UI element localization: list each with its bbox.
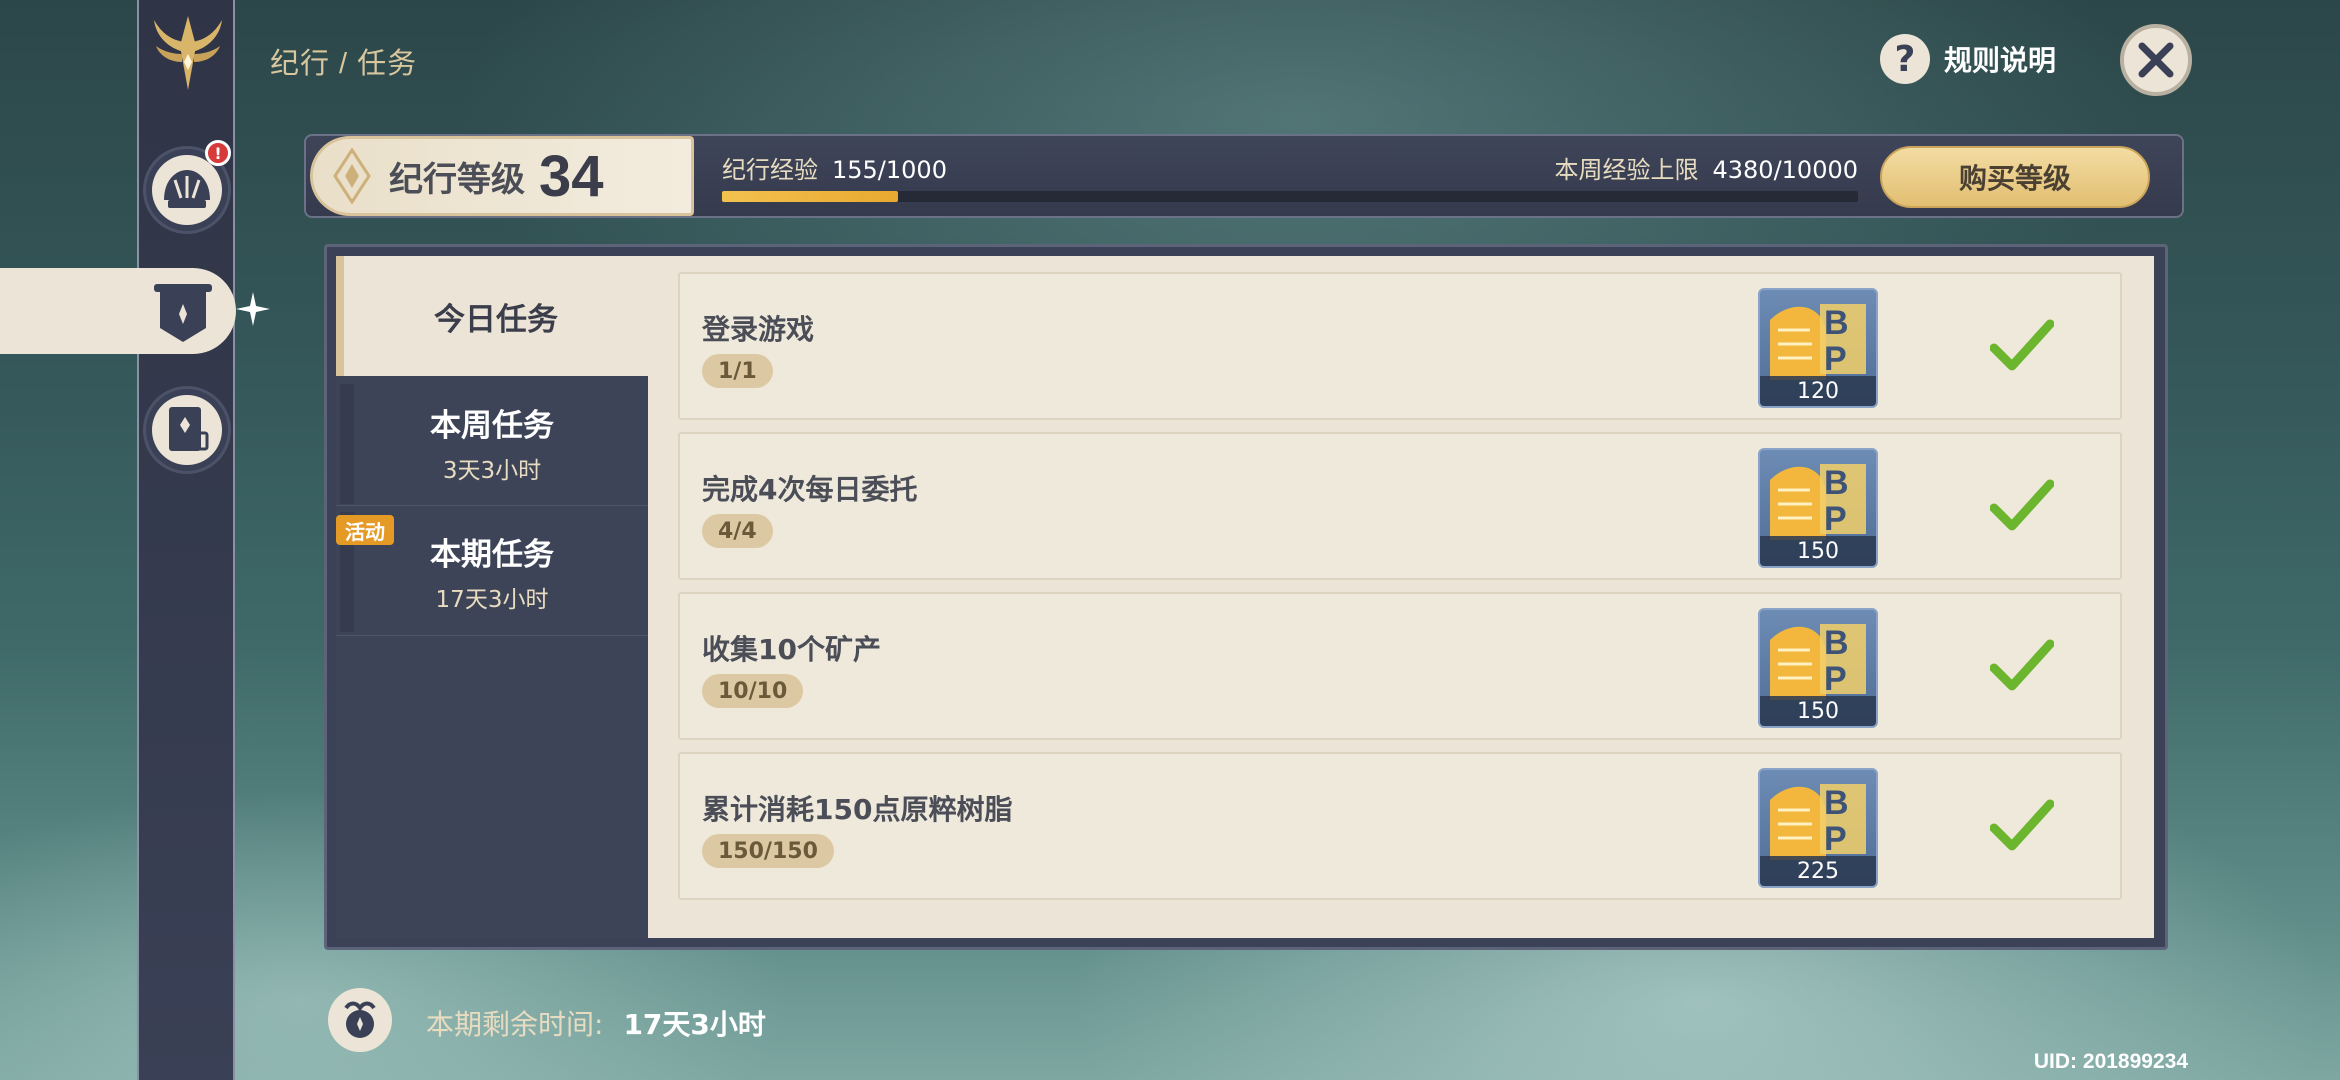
exp-readout: 纪行经验 155/1000	[722, 150, 947, 185]
exp-label: 纪行经验	[722, 156, 818, 184]
checkmark-icon	[1990, 799, 2054, 851]
nav-tasks-button[interactable]	[0, 268, 236, 354]
sparkle-icon	[236, 292, 270, 326]
svg-text:P: P	[1824, 660, 1847, 698]
remaining-time: 本期剩余时间: 17天3小时	[426, 1003, 766, 1043]
weekly-cap-readout: 本周经验上限 4380/10000	[1554, 150, 1858, 185]
weekly-cap-label: 本周经验上限	[1554, 156, 1699, 184]
banner-icon	[154, 284, 212, 342]
svg-text:P: P	[1824, 820, 1847, 858]
shell-icon	[164, 170, 210, 208]
reward-item[interactable]: B P 150	[1758, 448, 1878, 568]
close-icon	[2138, 42, 2174, 78]
reward-amount: 150	[1760, 696, 1876, 726]
reward-item[interactable]: B P 150	[1758, 608, 1878, 728]
rules-button[interactable]: ? 规则说明	[1880, 34, 2056, 84]
svg-text:B: B	[1824, 624, 1849, 662]
book-icon	[169, 407, 209, 451]
task-name: 完成4次每日委托	[702, 473, 918, 506]
task-progress: 10/10	[702, 674, 804, 708]
task-progress: 1/1	[702, 354, 773, 388]
tab-daily[interactable]: 今日任务	[336, 256, 648, 376]
task-progress: 4/4	[702, 514, 773, 548]
exp-progress-bar	[722, 191, 1858, 202]
timer-icon	[328, 988, 392, 1052]
task-row: 收集10个矿产 10/10 B P 150	[678, 592, 2122, 740]
checkmark-icon	[1990, 479, 2054, 531]
svg-text:B: B	[1824, 304, 1849, 342]
bp-exp-icon: B P	[1770, 624, 1866, 700]
level-value: 34	[539, 143, 604, 209]
reward-amount: 120	[1760, 376, 1876, 406]
reward-item[interactable]: B P 225	[1758, 768, 1878, 888]
task-name: 收集10个矿产	[702, 633, 881, 666]
tab-daily-label: 今日任务	[434, 301, 558, 338]
diamond-icon	[333, 148, 371, 204]
reward-amount: 150	[1760, 536, 1876, 566]
bp-exp-icon: B P	[1770, 464, 1866, 540]
bp-exp-icon: B P	[1770, 304, 1866, 380]
remaining-time-value: 17天3小时	[623, 1008, 766, 1041]
checkmark-icon	[1990, 639, 2054, 691]
svg-text:P: P	[1824, 340, 1847, 378]
question-icon: ?	[1880, 34, 1930, 84]
svg-text:B: B	[1824, 784, 1849, 822]
winged-star-logo-icon	[154, 16, 222, 90]
tab-weekly-timer: 3天3小时	[442, 458, 542, 484]
notification-badge: !	[205, 140, 231, 166]
tab-period-label: 本期任务	[430, 537, 554, 573]
task-row: 完成4次每日委托 4/4 B P 150	[678, 432, 2122, 580]
exp-progress-fill	[722, 191, 899, 202]
task-row: 登录游戏 1/1 B P 120	[678, 272, 2122, 420]
task-name: 登录游戏	[702, 313, 815, 346]
level-label: 纪行等级	[389, 159, 525, 200]
level-card: 纪行等级 34	[310, 136, 694, 216]
remaining-time-label: 本期剩余时间:	[426, 1008, 604, 1041]
checkmark-icon	[1990, 319, 2054, 371]
breadcrumb: 纪行 / 任务	[270, 48, 418, 80]
task-progress: 150/150	[702, 834, 834, 868]
task-row: 累计消耗150点原粹树脂 150/150 B P 225	[678, 752, 2122, 900]
tab-weekly-label: 本周任务	[430, 408, 554, 444]
close-button[interactable]	[2120, 24, 2192, 96]
buy-level-button[interactable]: 购买等级	[1880, 146, 2150, 208]
exp-value: 155/1000	[832, 156, 947, 184]
svg-text:P: P	[1824, 500, 1847, 538]
event-badge: 活动	[336, 515, 394, 545]
uid-label: UID: 201899234	[2033, 1050, 2188, 1073]
rules-label: 规则说明	[1944, 44, 2057, 77]
weekly-cap-value: 4380/10000	[1712, 156, 1858, 184]
bp-exp-icon: B P	[1770, 784, 1866, 860]
tab-period-timer: 17天3小时	[435, 587, 549, 613]
reward-item[interactable]: B P 120	[1758, 288, 1878, 408]
svg-text:B: B	[1824, 464, 1849, 502]
nav-journal-button[interactable]	[143, 386, 231, 474]
tab-weekly[interactable]: 本周任务 3天3小时	[336, 380, 648, 506]
task-name: 累计消耗150点原粹树脂	[702, 793, 1013, 826]
reward-amount: 225	[1760, 856, 1876, 886]
